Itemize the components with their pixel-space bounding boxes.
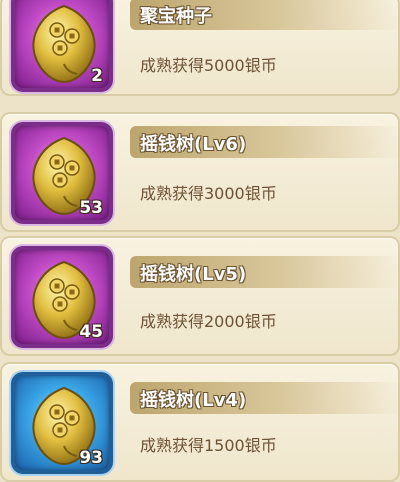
item-count: 93: [79, 448, 103, 468]
item-count: 45: [79, 322, 103, 342]
seed-row[interactable]: 93 摇钱树(Lv4) 成熟获得1500银币: [0, 362, 400, 482]
item-count: 2: [91, 66, 103, 86]
item-icon-frame: 53: [11, 122, 113, 224]
item-description: 成熟获得3000银币: [140, 184, 277, 203]
item-count: 53: [79, 198, 103, 218]
seed-row[interactable]: 53 摇钱树(Lv6) 成熟获得3000银币: [0, 112, 400, 232]
treasure-seed-icon: [27, 4, 101, 84]
seed-list: 2 聚宝种子 成熟获得5000银币 53 摇钱树(Lv6) 成熟获得3000银币…: [0, 0, 400, 482]
item-name: 聚宝种子: [140, 6, 212, 27]
item-name-bar: 聚宝种子: [130, 0, 400, 30]
item-description: 成熟获得5000银币: [140, 56, 277, 75]
seed-row[interactable]: 45 摇钱树(Lv5) 成熟获得2000银币: [0, 236, 400, 356]
seed-row[interactable]: 2 聚宝种子 成熟获得5000银币: [0, 0, 400, 96]
item-name: 摇钱树(Lv6): [140, 134, 247, 155]
item-name: 摇钱树(Lv5): [140, 264, 247, 285]
item-icon-frame: 93: [11, 372, 113, 474]
item-name-bar: 摇钱树(Lv6): [130, 126, 400, 158]
item-name-bar: 摇钱树(Lv5): [130, 256, 400, 288]
item-name: 摇钱树(Lv4): [140, 390, 247, 411]
item-icon-frame: 2: [11, 0, 113, 92]
item-description: 成熟获得1500银币: [140, 436, 277, 455]
item-description: 成熟获得2000银币: [140, 312, 277, 331]
item-icon-frame: 45: [11, 246, 113, 348]
item-name-bar: 摇钱树(Lv4): [130, 382, 400, 414]
